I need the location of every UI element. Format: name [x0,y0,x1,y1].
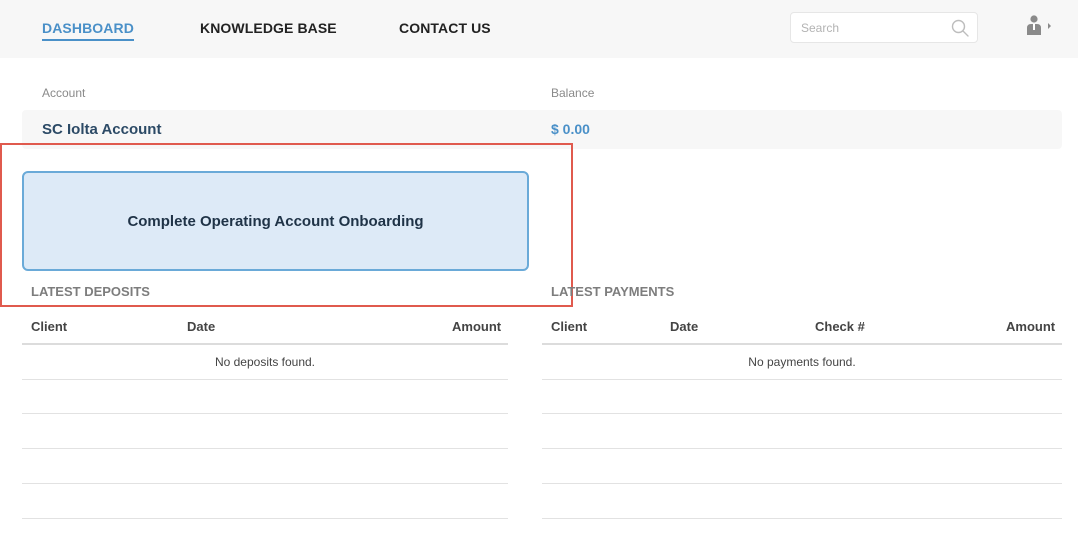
payments-row-divider [542,379,1062,380]
deposits-row-divider [22,518,508,519]
latest-deposits-title: LATEST DEPOSITS [31,284,150,299]
search-box [790,12,978,43]
nav-contact-us[interactable]: CONTACT US [399,20,491,36]
nav-knowledge-base[interactable]: KNOWLEDGE BASE [200,20,337,36]
user-icon [1027,15,1041,35]
payments-col-client: Client [551,319,588,334]
search-icon[interactable] [951,19,969,37]
account-balance: $ 0.00 [551,121,590,137]
deposits-col-client: Client [31,319,68,334]
payments-row-divider [542,518,1062,519]
deposits-col-amount: Amount [452,319,502,334]
deposits-col-date: Date [187,319,216,334]
deposits-row-divider [22,379,508,380]
latest-payments-title: LATEST PAYMENTS [551,284,675,299]
nav-dashboard[interactable]: DASHBOARD [42,20,134,41]
caret-right-icon [1048,23,1051,29]
payments-row-divider [542,483,1062,484]
payments-row-divider [542,448,1062,449]
account-name: SC Iolta Account [42,121,162,138]
deposits-empty-message: No deposits found. [214,355,316,369]
search-input[interactable] [801,19,951,37]
deposits-row-divider [22,448,508,449]
complete-onboarding-button[interactable]: Complete Operating Account Onboarding [22,171,529,271]
balance-label: Balance [551,86,595,100]
complete-onboarding-label: Complete Operating Account Onboarding [127,212,424,230]
payments-col-check: Check # [815,319,865,334]
top-navigation-bar: DASHBOARD KNOWLEDGE BASE CONTACT US [0,0,1078,58]
payments-empty-message: No payments found. [748,355,856,369]
payments-col-amount: Amount [1006,319,1056,334]
user-menu[interactable] [1024,14,1054,38]
payments-col-date: Date [670,319,699,334]
deposits-row-divider [22,413,508,414]
payments-row-divider [542,413,1062,414]
deposits-header-divider [22,343,508,345]
account-label: Account [42,86,86,100]
deposits-row-divider [22,483,508,484]
payments-header-divider [542,343,1062,345]
account-row[interactable] [22,110,1062,149]
